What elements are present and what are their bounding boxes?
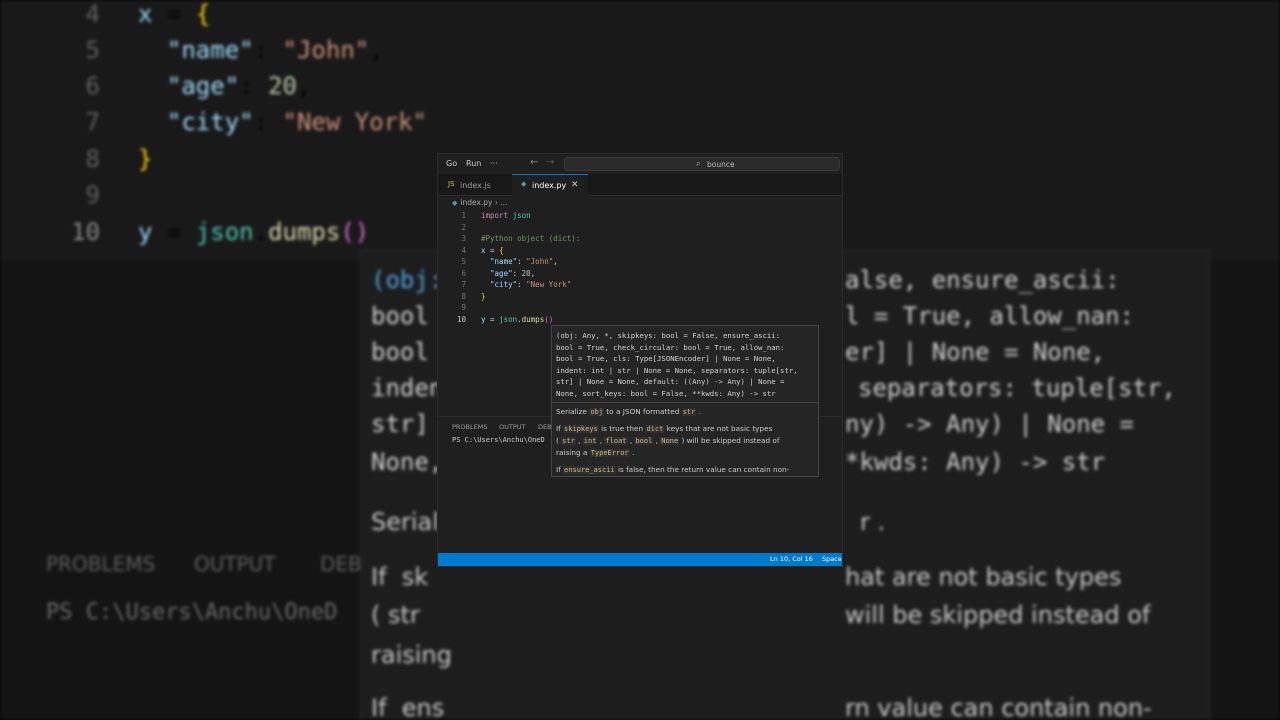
signature-line: obj: Any, *, skipkeys: bool = False, ens… <box>560 331 781 340</box>
tab-index-js[interactable]: JS index.js <box>438 174 512 196</box>
tab-index-py[interactable]: ◆ index.py ✕ <box>512 174 588 196</box>
breadcrumb: ◆ index.py › ... <box>452 198 507 207</box>
bg-hover-line: er] | None = None, <box>845 338 1106 366</box>
line-number: 6 <box>461 269 466 278</box>
signature-line: bool = True, check_circular: bool = True… <box>556 342 785 352</box>
signature-line: str] | None = None, default: ((Any) -> A… <box>556 377 785 386</box>
bg-hover-line: *kwds: Any) -> str <box>845 448 1106 476</box>
bg-line-number: 6 <box>85 72 100 100</box>
breadcrumb-separator: › <box>494 198 498 207</box>
line-number: 5 <box>461 257 466 266</box>
doc-paragraph-2: If skipkeys is true then dict keys that … <box>556 424 773 433</box>
tab-label: index.py <box>532 181 567 190</box>
bg-doc-line: r . <box>860 508 886 536</box>
code-line-6: "age": 20, <box>490 269 536 278</box>
bg-line-number: 5 <box>85 36 100 64</box>
js-file-icon: JS <box>448 180 455 188</box>
doc-paragraph-2c: raising a TypeError . <box>556 448 635 457</box>
menu-run[interactable]: Run <box>466 159 481 168</box>
forward-arrow-icon[interactable]: → <box>546 157 554 168</box>
bg-code-line: "city": "New York" <box>166 108 428 136</box>
line-number: 4 <box>461 246 466 255</box>
menu-go[interactable]: Go <box>446 159 457 168</box>
panel-tab-problems[interactable]: PROBLEMS <box>452 423 487 431</box>
bg-doc-line: will be skipped instead of <box>845 601 1151 629</box>
bg-hover-line: bool <box>371 338 429 366</box>
signature-hover-popup: (obj: Any, *, skipkeys: bool = False, en… <box>551 325 819 477</box>
bg-hover-line: l = True, allow_nan: <box>845 302 1134 330</box>
menu-more[interactable]: ··· <box>490 159 498 168</box>
bg-doc-line: If ens <box>371 694 445 720</box>
bg-line-number: 9 <box>85 181 100 209</box>
bg-doc-line: If sk <box>371 563 429 591</box>
bg-code-line: x = { <box>138 0 211 28</box>
bg-doc-line: Seriali <box>371 508 446 536</box>
editor-tabs: JS index.js ◆ index.py ✕ <box>438 174 842 196</box>
code-line-7: "city": "New York" <box>490 280 572 289</box>
panel-tab-output[interactable]: OUTPUT <box>499 423 526 431</box>
bg-hover-line: bool <box>371 302 429 330</box>
indentation-status[interactable]: Space <box>822 555 842 563</box>
bg-hover-line: str] <box>371 410 429 438</box>
bg-line-number: 10 <box>71 218 100 246</box>
back-arrow-icon[interactable]: ← <box>530 157 538 168</box>
line-number: 7 <box>461 280 466 289</box>
line-number: 3 <box>461 234 466 243</box>
bg-hover-line: None, <box>371 448 444 476</box>
status-bar: Ln 10, Col 16 Space <box>438 553 842 566</box>
breadcrumb-file[interactable]: index.py <box>460 198 492 207</box>
code-line-3: #Python object (dict): <box>481 234 581 243</box>
signature-line: bool = True, cls: Type[JSONEncoder] | No… <box>556 354 776 363</box>
search-text: bounce <box>707 160 735 169</box>
function-signature: (obj: Any, *, skipkeys: bool = False, en… <box>556 331 798 398</box>
bg-hover-line: ny) -> Any) | None = <box>845 410 1134 438</box>
bg-code-line: "age": 20, <box>166 72 312 100</box>
command-center-search[interactable]: ⌕ bounce <box>564 157 840 171</box>
line-number: 9 <box>461 303 466 312</box>
bg-panel-tab: PROBLEMS <box>46 552 156 576</box>
breadcrumb-symbol[interactable]: ... <box>500 198 507 207</box>
code-line-8: } <box>481 292 486 301</box>
code-line-1: import json <box>481 211 531 220</box>
title-bar: Go Run ··· ← → ⌕ bounce <box>438 154 842 174</box>
line-number: 2 <box>461 223 466 232</box>
bg-line-number: 4 <box>85 0 100 28</box>
line-number: 1 <box>461 211 466 220</box>
bg-line-number: 8 <box>85 145 100 173</box>
hover-divider <box>552 402 818 403</box>
python-file-icon: ◆ <box>452 199 458 207</box>
doc-paragraph-1: Serialize obj to a JSON formatted str . <box>556 407 701 416</box>
python-file-icon: ◆ <box>521 180 527 188</box>
bg-panel-tab: DEB <box>320 552 362 576</box>
bg-panel-tab: OUTPUT <box>194 552 276 576</box>
signature-line: indent: int | str | None = None, separat… <box>556 365 798 375</box>
bg-doc-line: rn value can contain non- <box>845 694 1152 720</box>
cursor-position[interactable]: Ln 10, Col 16 <box>770 555 813 563</box>
bg-doc-line: hat are not basic types <box>845 563 1122 591</box>
bg-code-line: } <box>138 145 153 173</box>
bg-hover-line: separators: tuple[str, <box>858 374 1176 402</box>
bg-code-line: "name": "John", <box>166 36 384 64</box>
search-icon: ⌕ <box>696 159 701 168</box>
bg-terminal-line: PS C:\Users\Anchu\OneD <box>46 600 338 625</box>
bg-hover-line: alse, ensure_ascii: <box>845 266 1120 294</box>
bg-code-line: y = json.dumps() <box>138 218 370 246</box>
bg-hover-line: (obj: <box>371 266 444 294</box>
line-number: 10 <box>456 315 466 324</box>
code-line-4: x = { <box>481 246 504 255</box>
code-line-10: y = json.dumps() <box>481 315 554 324</box>
close-icon[interactable]: ✕ <box>571 180 579 190</box>
doc-paragraph-3: If ensure_ascii is false, then the retur… <box>556 465 790 474</box>
tab-label: index.js <box>460 181 491 190</box>
line-number: 8 <box>461 292 466 301</box>
bg-hover-line: inden <box>371 374 444 402</box>
panel-tab-debug[interactable]: DEB <box>538 423 552 431</box>
code-line-5: "name": "John", <box>490 257 558 266</box>
bg-line-number: 7 <box>85 108 100 136</box>
doc-paragraph-2b: ( str , int , float , bool , None ) will… <box>556 436 780 445</box>
bg-doc-line: raising <box>371 641 452 669</box>
terminal-prompt[interactable]: PS C:\Users\Anchu\OneD <box>452 436 545 444</box>
signature-line: None, sort_keys: bool = False, **kwds: A… <box>556 388 776 398</box>
bg-doc-line: ( str <box>371 601 420 629</box>
